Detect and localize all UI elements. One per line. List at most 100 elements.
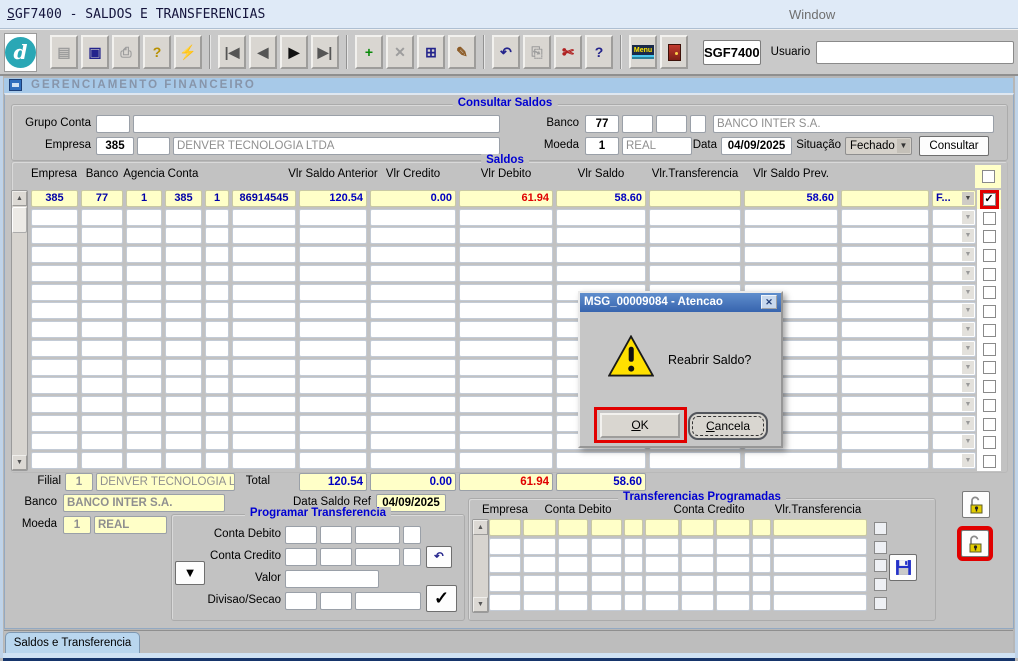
grid-cell[interactable] — [752, 556, 771, 573]
grid-cell[interactable] — [681, 594, 714, 611]
cancel-button[interactable]: Cancela — [688, 412, 768, 440]
grid-cell[interactable] — [523, 538, 556, 555]
grid-cell[interactable] — [716, 519, 750, 536]
grid-cell[interactable] — [31, 433, 78, 450]
grid-cell[interactable] — [232, 284, 296, 301]
grid-cell[interactable] — [773, 594, 867, 611]
grid-cell[interactable]: 1 — [126, 190, 162, 207]
grid-cell[interactable] — [841, 433, 929, 450]
grid-cell[interactable] — [31, 359, 78, 376]
grid-cell[interactable] — [81, 377, 123, 394]
banco-field-4[interactable] — [690, 115, 706, 133]
grid-cell[interactable] — [489, 556, 521, 573]
grid-cell[interactable] — [81, 227, 123, 244]
grid-cell[interactable] — [773, 538, 867, 555]
grid-cell[interactable] — [126, 302, 162, 319]
grid-cell[interactable] — [205, 246, 229, 263]
row-select-checkbox[interactable] — [983, 324, 996, 337]
grid-cell[interactable] — [31, 415, 78, 432]
chevron-down-icon[interactable]: ▼ — [962, 361, 974, 374]
grid-cell[interactable] — [744, 265, 838, 282]
insert-record-button[interactable]: + — [355, 35, 383, 69]
save-button[interactable]: ▤ — [50, 35, 78, 69]
grid-cell[interactable]: 0.00 — [370, 190, 456, 207]
grid-cell[interactable] — [841, 415, 929, 432]
grid-cell[interactable] — [744, 452, 838, 469]
grid-cell[interactable]: 1 — [205, 190, 229, 207]
grid-cell[interactable] — [31, 396, 78, 413]
edit-field-button[interactable]: ✎ — [448, 35, 476, 69]
grid-cell[interactable] — [489, 519, 521, 536]
grid-cell[interactable] — [591, 556, 622, 573]
grid-cell[interactable] — [126, 377, 162, 394]
grid-cell[interactable] — [649, 209, 741, 226]
grid-cell[interactable] — [681, 538, 714, 555]
chevron-down-icon[interactable]: ▼ — [962, 417, 974, 430]
grid-cell[interactable]: 58.60 — [744, 190, 838, 207]
grid-cell[interactable] — [556, 209, 646, 226]
chevron-down-icon[interactable]: ▼ — [962, 211, 974, 224]
grid-cell[interactable] — [744, 227, 838, 244]
grid-cell[interactable] — [459, 433, 553, 450]
grid-cell[interactable] — [773, 556, 867, 573]
grid-cell[interactable] — [841, 265, 929, 282]
grid-cell[interactable] — [489, 575, 521, 592]
empresa-sub-field[interactable] — [137, 137, 170, 155]
grid-cell[interactable] — [299, 433, 367, 450]
grid-cell[interactable] — [299, 377, 367, 394]
grid-cell[interactable] — [81, 433, 123, 450]
clipboard-button[interactable]: ⎘ — [523, 35, 551, 69]
grid-cell[interactable] — [299, 284, 367, 301]
menu-window[interactable]: Window — [789, 0, 835, 29]
row-select-checkbox[interactable] — [983, 418, 996, 431]
grid-cell[interactable] — [681, 575, 714, 592]
grid-cell[interactable] — [126, 246, 162, 263]
grid-cell[interactable] — [841, 321, 929, 338]
grid-cell[interactable] — [370, 433, 456, 450]
grid-cell[interactable] — [841, 359, 929, 376]
grid-cell[interactable] — [205, 227, 229, 244]
execute-query-button[interactable]: ⚡ — [174, 35, 202, 69]
grid-cell[interactable] — [81, 284, 123, 301]
grid-cell[interactable] — [370, 265, 456, 282]
menu-button[interactable]: Menu — [629, 35, 657, 69]
undo-button[interactable]: ↶ — [492, 35, 520, 69]
grid-cell[interactable] — [126, 209, 162, 226]
grid-cell[interactable] — [205, 209, 229, 226]
grid-cell[interactable] — [370, 377, 456, 394]
grid-cell[interactable] — [232, 265, 296, 282]
grid-cell[interactable] — [370, 415, 456, 432]
chevron-down-icon[interactable]: ▼ — [962, 323, 974, 336]
grid-cell[interactable] — [232, 396, 296, 413]
grid-cell[interactable] — [232, 377, 296, 394]
situacao-dropdown[interactable]: ▼ — [932, 340, 976, 357]
grid-cell[interactable] — [81, 452, 123, 469]
grid-cell[interactable] — [556, 265, 646, 282]
grid-cell[interactable] — [126, 340, 162, 357]
situacao-dropdown[interactable]: ▼ — [932, 246, 976, 263]
grid-cell[interactable] — [126, 265, 162, 282]
grid-cell[interactable] — [489, 538, 521, 555]
grid-cell[interactable] — [165, 377, 202, 394]
transfer-select-checkbox[interactable] — [874, 578, 887, 591]
grupo-conta-desc-field[interactable] — [133, 115, 500, 133]
lock-balance-button[interactable] — [961, 530, 989, 557]
situacao-select[interactable]: Fechado ▼ — [845, 137, 912, 155]
grid-cell[interactable] — [299, 265, 367, 282]
grid-cell[interactable] — [126, 433, 162, 450]
grid-cell[interactable] — [232, 452, 296, 469]
grid-cell[interactable] — [205, 377, 229, 394]
grid-cell[interactable] — [165, 302, 202, 319]
grid-cell[interactable] — [645, 594, 679, 611]
grid-cell[interactable] — [370, 359, 456, 376]
grid-cell[interactable] — [31, 377, 78, 394]
grid-cell[interactable] — [165, 321, 202, 338]
grid-cell[interactable] — [841, 190, 929, 207]
save-transfers-button[interactable] — [889, 554, 917, 581]
grid-cell[interactable] — [841, 209, 929, 226]
grid-cell[interactable] — [841, 284, 929, 301]
transfer-select-checkbox[interactable] — [874, 541, 887, 554]
grid-cell[interactable] — [232, 227, 296, 244]
banco-field-3[interactable] — [656, 115, 687, 133]
grid-cell[interactable] — [459, 340, 553, 357]
